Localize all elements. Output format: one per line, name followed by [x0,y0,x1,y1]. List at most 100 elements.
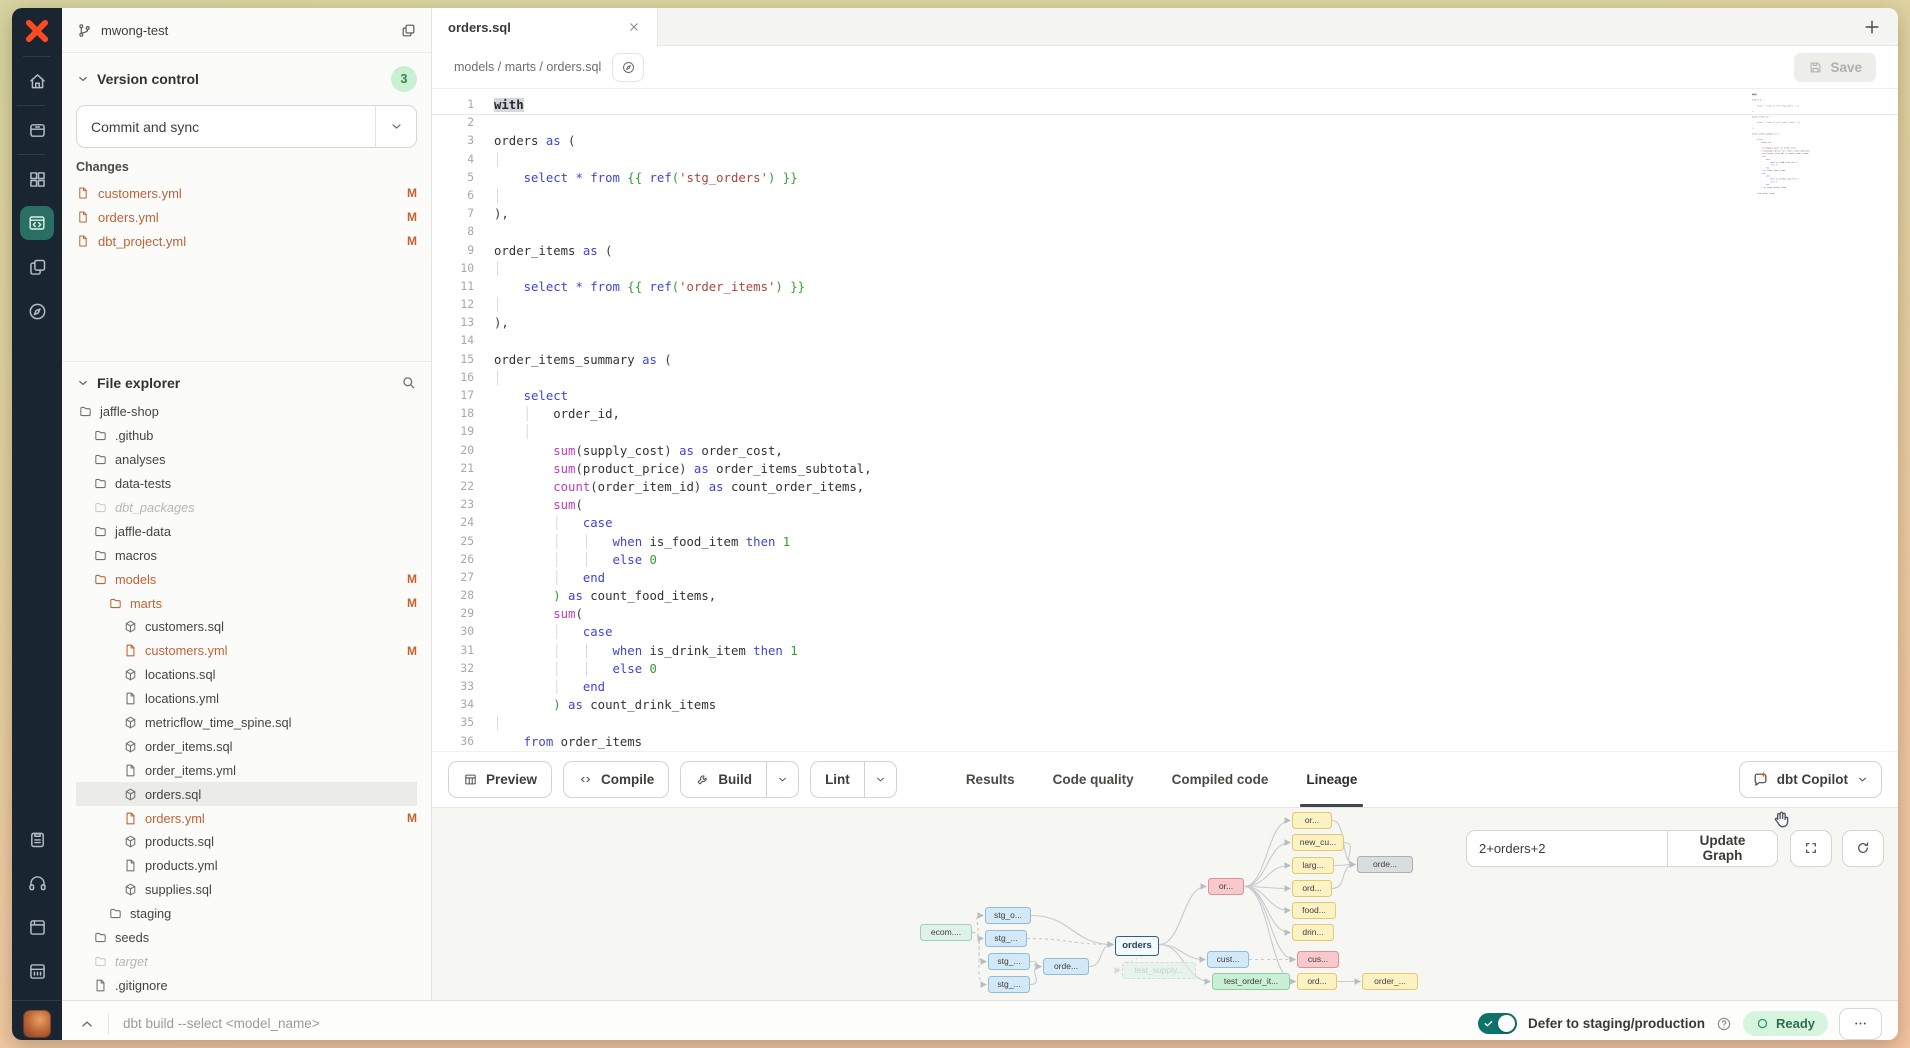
tree-item-dbt_packages[interactable]: dbt_packages [76,496,417,520]
lineage-node-y8[interactable]: order_... [1362,973,1418,990]
lineage-node-stg1[interactable]: stg_o... [985,907,1031,924]
defer-toggle[interactable] [1478,1013,1517,1034]
tree-item-analyses[interactable]: analyses [76,448,417,472]
refresh-graph-button[interactable] [1842,830,1884,867]
code-line-28[interactable]: 28 ) as count_food_items, [432,587,1898,605]
lineage-node-y4[interactable]: ord... [1292,880,1332,897]
tab-code-quality[interactable]: Code quality [1053,752,1134,807]
code-line-32[interactable]: 32 │ │ else 0 [432,660,1898,678]
code-line-2[interactable]: 2 [432,114,1898,132]
change-item-customers.yml[interactable]: customers.ymlM [76,181,417,205]
rail-explore-compass-button[interactable] [17,289,57,333]
lineage-graph-panel[interactable]: ecom....stg_o...stg_...stg_...stg_...ord… [432,807,1898,1000]
tree-item-.gitignore[interactable]: .gitignore [76,973,417,997]
lineage-node-y2[interactable]: new_cu... [1292,834,1344,851]
code-line-34[interactable]: 34 ) as count_drink_items [432,696,1898,714]
compile-button[interactable]: Compile [563,761,669,798]
lineage-node-ecom[interactable]: ecom.... [920,924,972,941]
code-line-11[interactable]: 11 select * from {{ ref('order_items') }… [432,278,1898,296]
tab-results[interactable]: Results [966,752,1015,807]
rail-home-button[interactable] [17,59,57,103]
lineage-node-orp[interactable]: or... [1208,878,1244,895]
new-tab-button[interactable] [1862,17,1882,37]
lineage-node-y5[interactable]: food... [1292,902,1336,919]
lineage-node-orders[interactable]: orders [1115,936,1159,956]
editor-minimap[interactable]: 1with23orders as (4│5 select * from {{ r… [1752,93,1810,273]
code-line-31[interactable]: 31 │ │ when is_drink_item then 1 [432,642,1898,660]
tree-item-metricflow_time_spine.sql[interactable]: metricflow_time_spine.sql [76,711,417,735]
fullscreen-button[interactable] [1790,830,1832,867]
code-line-7[interactable]: 7), [432,205,1898,223]
code-line-1[interactable]: 1with [432,96,1898,114]
rail-workspace-button[interactable] [17,950,57,994]
command-input[interactable] [121,1015,765,1032]
lineage-node-y3[interactable]: larg... [1292,857,1334,874]
rail-support-headset-button[interactable] [17,862,57,906]
close-icon[interactable] [627,20,641,34]
build-options-dropdown[interactable] [766,762,798,797]
rail-orchestration-button[interactable] [17,245,57,289]
code-line-13[interactable]: 13), [432,314,1898,332]
rail-apps-grid-button[interactable] [17,157,57,201]
code-line-36[interactable]: 36 from order_items [432,733,1898,751]
code-line-33[interactable]: 33 │ end [432,678,1898,696]
code-line-8[interactable]: 8 [432,223,1898,241]
rail-develop-button[interactable] [17,201,57,245]
code-line-21[interactable]: 21 sum(product_price) as order_items_sub… [432,460,1898,478]
code-line-16[interactable]: 16│ [432,369,1898,387]
commit-and-sync-button[interactable]: Commit and sync [76,105,417,148]
help-icon[interactable] [1716,1016,1732,1032]
tree-item-data-tests[interactable]: data-tests [76,472,417,496]
lineage-node-stg2[interactable]: stg_... [985,930,1027,947]
tree-item-order_items.sql[interactable]: order_items.sql [76,734,417,758]
rail-deploy-button[interactable] [17,108,57,152]
lineage-node-y7[interactable]: ord... [1297,973,1337,990]
save-button[interactable]: Save [1794,53,1876,82]
code-line-14[interactable]: 14 [432,332,1898,350]
code-line-10[interactable]: 10│ [432,260,1898,278]
tree-item-.github[interactable]: .github [76,424,417,448]
tree-item-customers.yml[interactable]: customers.ymlM [76,639,417,663]
tree-item-locations.yml[interactable]: locations.yml [76,687,417,711]
preview-button[interactable]: Preview [448,761,552,798]
open-in-docs-button[interactable] [612,53,644,82]
code-line-3[interactable]: 3orders as ( [432,132,1898,150]
tab-orders-sql[interactable]: orders.sql [432,8,658,46]
lineage-node-stg4[interactable]: stg_... [988,976,1030,993]
code-line-17[interactable]: 17 select [432,387,1898,405]
tree-item-orders.yml[interactable]: orders.ymlM [76,806,417,830]
tree-item-marts[interactable]: martsM [76,591,417,615]
code-line-35[interactable]: 35│ [432,714,1898,732]
code-line-27[interactable]: 27 │ end [432,569,1898,587]
lineage-node-tsup[interactable]: test_supply... [1122,962,1196,979]
user-avatar[interactable] [23,1001,51,1040]
code-line-22[interactable]: 22 count(order_item_id) as count_order_i… [432,478,1898,496]
code-line-6[interactable]: 6│ [432,187,1898,205]
tab-lineage[interactable]: Lineage [1306,752,1357,807]
tree-item-supplies.sql[interactable]: supplies.sql [76,878,417,902]
lineage-filter-input[interactable] [1467,831,1667,866]
lineage-node-ord1[interactable]: orde... [1043,958,1089,975]
rail-notebook-button[interactable] [17,906,57,950]
commit-options-dropdown[interactable] [375,106,416,147]
version-control-header[interactable]: Version control 3 [76,66,417,92]
tree-item-products.sql[interactable]: products.sql [76,830,417,854]
expand-command-bar-button[interactable] [78,1015,96,1033]
lineage-node-y6[interactable]: drin... [1292,924,1334,941]
tree-item-models[interactable]: modelsM [76,567,417,591]
code-line-29[interactable]: 29 sum( [432,605,1898,623]
lineage-node-stg3[interactable]: stg_... [988,953,1030,970]
tree-item-order_items.yml[interactable]: order_items.yml [76,758,417,782]
code-line-5[interactable]: 5 select * from {{ ref('stg_orders') }} [432,169,1898,187]
code-line-26[interactable]: 26 │ │ else 0 [432,551,1898,569]
code-line-19[interactable]: 19 │ [432,423,1898,441]
rail-clipboard-button[interactable] [17,818,57,862]
code-editor[interactable]: 1with23orders as (4│5 select * from {{ r… [432,89,1898,751]
tree-item-seeds[interactable]: seeds [76,926,417,950]
lineage-node-gray1[interactable]: orde... [1357,856,1413,873]
code-line-25[interactable]: 25 │ │ when is_food_item then 1 [432,533,1898,551]
code-line-12[interactable]: 12│ [432,296,1898,314]
change-item-orders.yml[interactable]: orders.ymlM [76,205,417,229]
tree-item-target[interactable]: target [76,949,417,973]
tree-item-staging[interactable]: staging [76,902,417,926]
